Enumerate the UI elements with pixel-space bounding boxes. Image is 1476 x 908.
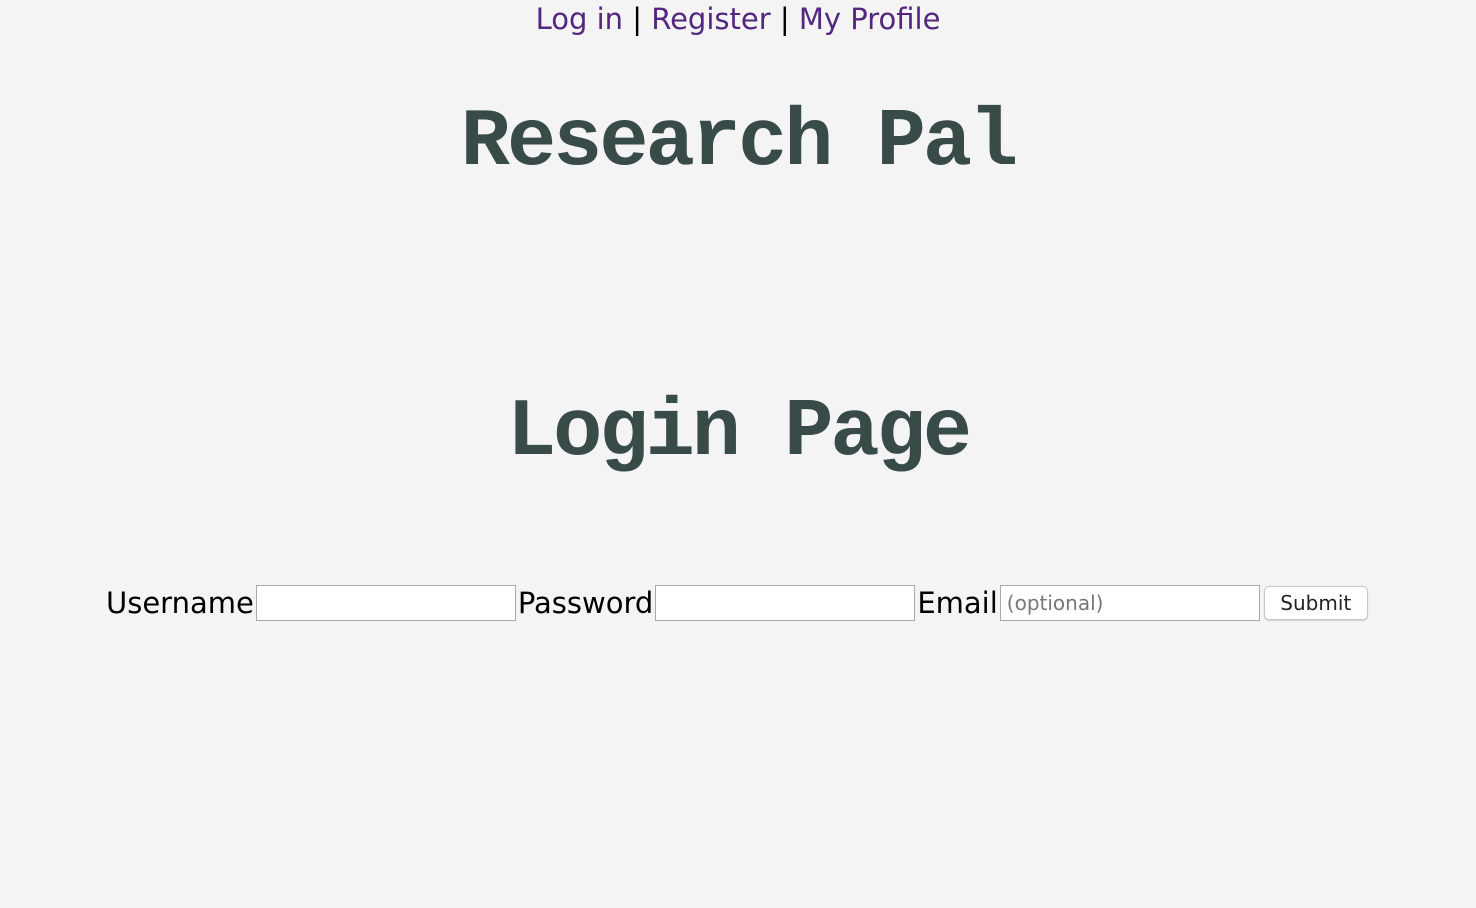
email-input[interactable] — [999, 585, 1260, 621]
password-input[interactable] — [655, 585, 916, 621]
nav-profile-link[interactable]: My Profile — [799, 2, 941, 36]
password-label: Password — [517, 586, 654, 620]
nav-login-link[interactable]: Log in — [536, 2, 623, 36]
username-label: Username — [106, 586, 254, 620]
username-input[interactable] — [255, 585, 516, 621]
email-label: Email — [917, 586, 998, 620]
nav-separator: | — [632, 2, 643, 36]
page-heading: Login Page — [506, 386, 972, 479]
nav-register-link[interactable]: Register — [651, 2, 770, 36]
site-title: Research Pal — [460, 96, 1019, 189]
top-navigation: Log in | Register | My Profile — [0, 0, 1476, 40]
submit-button[interactable]: Submit — [1263, 586, 1368, 620]
nav-separator: | — [779, 2, 790, 36]
login-form: Username Password Email Submit — [106, 584, 1368, 622]
